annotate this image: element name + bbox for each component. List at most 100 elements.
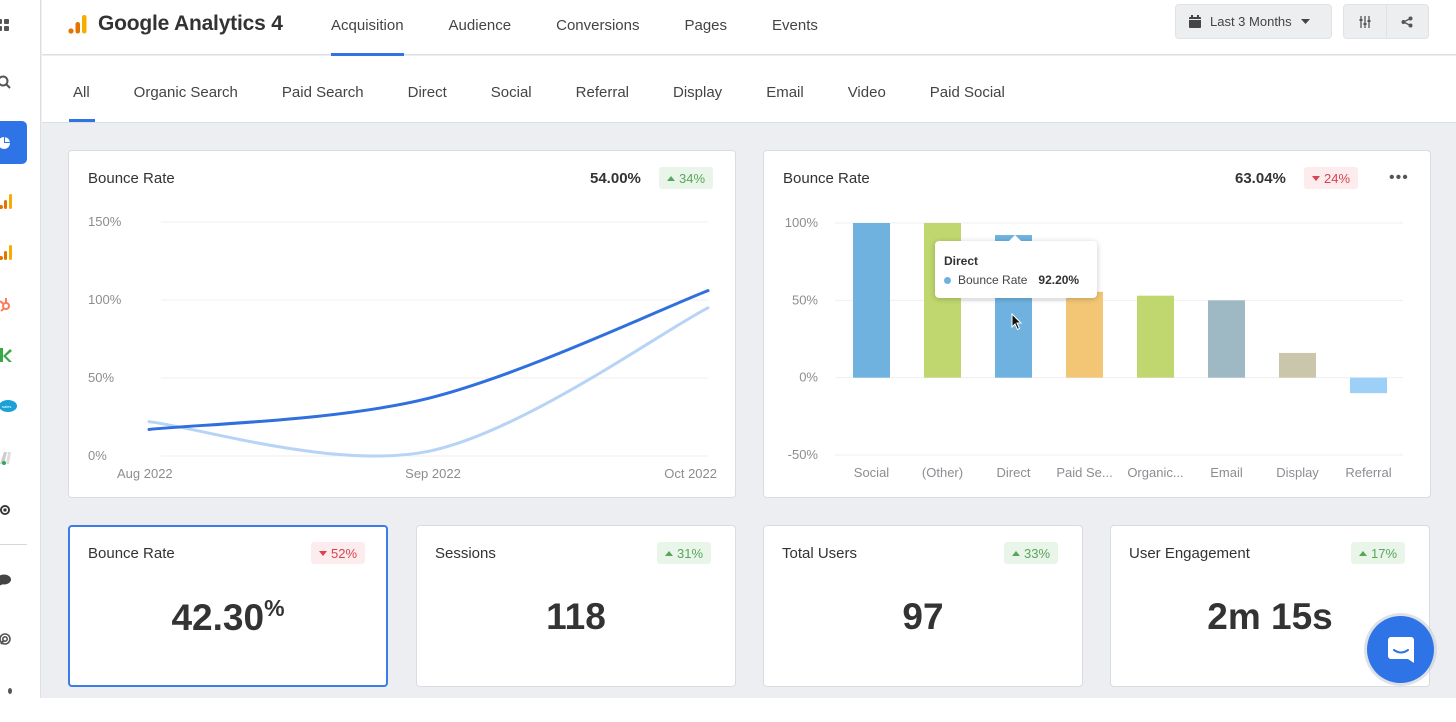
apps-grid-icon[interactable] (0, 15, 20, 35)
kpi-card-total-users[interactable]: Total Users 33% 97 (763, 525, 1083, 687)
y-tick-label: -50% (788, 447, 819, 462)
tooltip-row: Bounce Rate 92.20% (944, 273, 1079, 287)
filter-sliders-button[interactable] (1344, 5, 1386, 38)
main-tabs: Acquisition Audience Conversions Pages E… (331, 0, 863, 56)
series-dot-icon (944, 276, 951, 284)
bounce-rate-by-channel-card: Bounce Rate 63.04% 24% ••• -50% 0% 50% 100%… (763, 150, 1431, 498)
kpi-change-badge: 17% (1351, 542, 1406, 564)
search-icon[interactable] (0, 72, 20, 92)
tab-audience[interactable]: Audience (449, 0, 512, 55)
google-ads-icon[interactable] (0, 448, 20, 468)
channel-tabs: All Organic Search Paid Search Direct So… (69, 56, 1049, 123)
kpi-value: 118 (546, 596, 606, 637)
dashboard-pie-icon[interactable] (0, 133, 20, 153)
x-tick-label: Aug 2022 (117, 466, 173, 481)
x-tick-label: Sep 2022 (405, 466, 461, 481)
channel-tab-display[interactable]: Display (673, 56, 722, 123)
y-tick-label: 0% (88, 448, 107, 463)
channel-tab-social[interactable]: Social (491, 56, 532, 123)
channel-tab-referral[interactable]: Referral (576, 56, 629, 123)
channel-tab-email[interactable]: Email (766, 56, 804, 123)
date-range-dropdown[interactable]: Last 3 Months (1175, 4, 1332, 39)
more-icon[interactable] (0, 682, 20, 698)
kpi-change-badge: 31% (657, 542, 712, 564)
svg-text:sales: sales (2, 404, 11, 409)
share-icon (1401, 16, 1413, 27)
kpi-value-unit: % (264, 595, 285, 621)
bounce-rate-trend-card: Bounce Rate 54.00% 34% 0% 50% 100% 150% Aug … (68, 150, 736, 498)
kpi-change: 33% (1024, 545, 1051, 561)
kpi-title: Sessions (435, 545, 496, 562)
broadcast-icon[interactable] (0, 629, 20, 649)
app-root: sales Google Analytics 4 Acquisition Aud… (0, 0, 1456, 698)
share-button[interactable] (1385, 5, 1428, 38)
chat-bubble-icon[interactable] (0, 570, 20, 590)
bar-organic[interactable] (1137, 295, 1174, 378)
kpi-card-sessions[interactable]: Sessions 31% 118 (416, 525, 736, 687)
date-range-label: Last 3 Months (1210, 14, 1292, 29)
google-analytics-icon[interactable] (0, 191, 20, 211)
channel-tab-organic-search[interactable]: Organic Search (134, 56, 238, 123)
bar-chart: -50% 0% 50% 100% Social (Other) Direct Paid Se.… (785, 215, 1403, 480)
kpi-change: 31% (677, 545, 704, 561)
filter-sliders-icon (1359, 15, 1371, 28)
x-tick-label: Direct (997, 465, 1031, 480)
kpi-card-bounce-rate[interactable]: Bounce Rate 52% 42.30% (68, 525, 388, 687)
y-tick-label: 50% (792, 292, 818, 307)
bar-display[interactable] (1279, 352, 1316, 378)
chart-tooltip: Direct Bounce Rate 92.20% (935, 235, 1097, 298)
channel-tab-video[interactable]: Video (848, 56, 886, 123)
kpi-value: 97 (902, 596, 944, 637)
chat-widget-icon (1387, 636, 1414, 663)
google-analytics-4-icon[interactable] (0, 242, 20, 262)
sidebar: sales (0, 0, 41, 698)
mouse-pointer-icon (1011, 313, 1023, 331)
y-tick-label: 50% (88, 370, 114, 385)
kpi-title: User Engagement (1129, 545, 1250, 562)
sidebar-divider (0, 544, 27, 545)
bar-social[interactable] (853, 223, 890, 378)
channel-tab-paid-search[interactable]: Paid Search (282, 56, 364, 123)
tab-pages[interactable]: Pages (684, 0, 727, 55)
bar-referral[interactable] (1350, 377, 1387, 394)
bar-email[interactable] (1208, 300, 1245, 378)
tab-acquisition[interactable]: Acquisition (331, 0, 404, 56)
y-tick-label: 0% (799, 370, 818, 385)
x-tick-label: Organic... (1127, 465, 1183, 480)
kpi-title: Total Users (782, 545, 858, 562)
y-tick-label: 150% (88, 214, 122, 229)
calendar-icon (1189, 15, 1201, 28)
kpi-change: 17% (1371, 545, 1398, 561)
klaviyo-icon[interactable] (0, 345, 20, 365)
tooltip-value: 92.20% (1038, 273, 1080, 287)
channel-tab-direct[interactable]: Direct (408, 56, 447, 123)
x-tick-label: Display (1276, 465, 1319, 480)
line-series-previous (147, 306, 710, 458)
tooltip-series: Bounce Rate (958, 273, 1028, 287)
y-tick-label: 100% (88, 292, 122, 307)
arrow-down-icon (319, 550, 327, 556)
channel-tabs-bar: All Organic Search Paid Search Direct So… (42, 56, 1456, 123)
app-title: Google Analytics 4 (98, 12, 283, 35)
y-tick-label: 100% (785, 215, 819, 230)
google-analytics-logo-icon (68, 15, 87, 34)
tab-conversions[interactable]: Conversions (556, 0, 639, 55)
kpi-value-number: 42.30 (171, 597, 265, 638)
brand: Google Analytics 4 (68, 12, 283, 36)
hubspot-icon[interactable] (0, 294, 20, 314)
kpi-change: 52% (331, 545, 358, 561)
tab-events[interactable]: Events (772, 0, 818, 55)
settings-circle-icon[interactable] (0, 500, 20, 520)
channel-tab-all[interactable]: All (69, 56, 95, 123)
bar-paid-se[interactable] (1066, 291, 1103, 378)
arrow-up-icon (1359, 550, 1367, 556)
tooltip-category: Direct (944, 254, 979, 268)
x-tick-label: (Other) (922, 465, 963, 480)
x-tick-label: Referral (1345, 465, 1391, 480)
kpi-value: 42.30% (70, 595, 386, 639)
chat-widget-button[interactable] (1367, 616, 1434, 683)
channel-tab-paid-social[interactable]: Paid Social (930, 56, 1005, 123)
kpi-change-badge: 52% (311, 542, 366, 564)
line-chart: 0% 50% 100% 150% Aug 2022 Sep 2022 Oct 2022 (88, 214, 717, 481)
salesforce-icon[interactable]: sales (0, 396, 20, 416)
